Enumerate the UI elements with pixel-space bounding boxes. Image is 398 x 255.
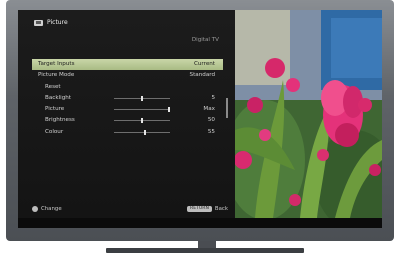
menu-item-backlight[interactable]: Backlight 5 <box>32 93 223 104</box>
change-hint: Change <box>32 206 62 212</box>
menu-item-value: 50 <box>207 117 215 124</box>
menu-item-label: Reset <box>45 83 61 90</box>
enter-button-icon <box>32 206 38 212</box>
menu-item-picture-mode[interactable]: Picture Mode Standard <box>32 70 223 81</box>
picture-icon <box>34 19 43 26</box>
back-hint: RETURN Back <box>187 206 228 212</box>
picture-settings-menu: Picture Digital TV Target Inputs Current… <box>18 10 235 218</box>
menu-item-label: Backlight <box>45 94 71 101</box>
menu-footer: Change RETURN Back <box>32 206 228 216</box>
menu-item-target-inputs[interactable]: Target Inputs Current <box>32 59 223 71</box>
menu-list: Target Inputs Current Picture Mode Stand… <box>32 59 223 138</box>
menu-title: Picture <box>47 19 68 26</box>
colour-slider[interactable] <box>114 129 170 135</box>
menu-item-value: Standard <box>189 72 215 79</box>
slider-knob[interactable] <box>141 95 143 101</box>
menu-item-label: Brightness <box>45 117 75 124</box>
menu-item-label: Target Inputs <box>38 61 75 67</box>
backlight-slider[interactable] <box>114 95 170 101</box>
menu-header: Picture <box>34 19 68 26</box>
menu-item-label: Picture <box>45 106 65 113</box>
background-photo <box>235 10 382 218</box>
slider-knob[interactable] <box>141 118 143 124</box>
menu-scrollbar[interactable] <box>226 98 228 118</box>
back-label: Back <box>214 206 228 212</box>
tv-stand-base <box>106 248 304 253</box>
return-key-icon: RETURN <box>187 206 212 212</box>
brightness-slider[interactable] <box>114 118 170 124</box>
slider-knob[interactable] <box>168 107 170 113</box>
menu-item-picture[interactable]: Picture Max <box>32 104 223 115</box>
menu-item-value: Current <box>193 61 215 67</box>
menu-item-value: 5 <box>211 94 215 101</box>
menu-item-colour[interactable]: Colour 55 <box>32 127 223 138</box>
menu-item-label: Picture Mode <box>38 72 75 79</box>
change-label: Change <box>41 206 62 212</box>
input-source: Digital TV <box>191 37 219 43</box>
picture-slider[interactable] <box>114 107 170 113</box>
menu-item-value: Max <box>203 106 215 113</box>
menu-item-value: 55 <box>207 128 215 135</box>
menu-item-reset[interactable]: Reset <box>32 82 223 93</box>
slider-knob[interactable] <box>144 129 146 135</box>
menu-item-label: Colour <box>45 128 64 135</box>
menu-item-brightness[interactable]: Brightness 50 <box>32 115 223 126</box>
